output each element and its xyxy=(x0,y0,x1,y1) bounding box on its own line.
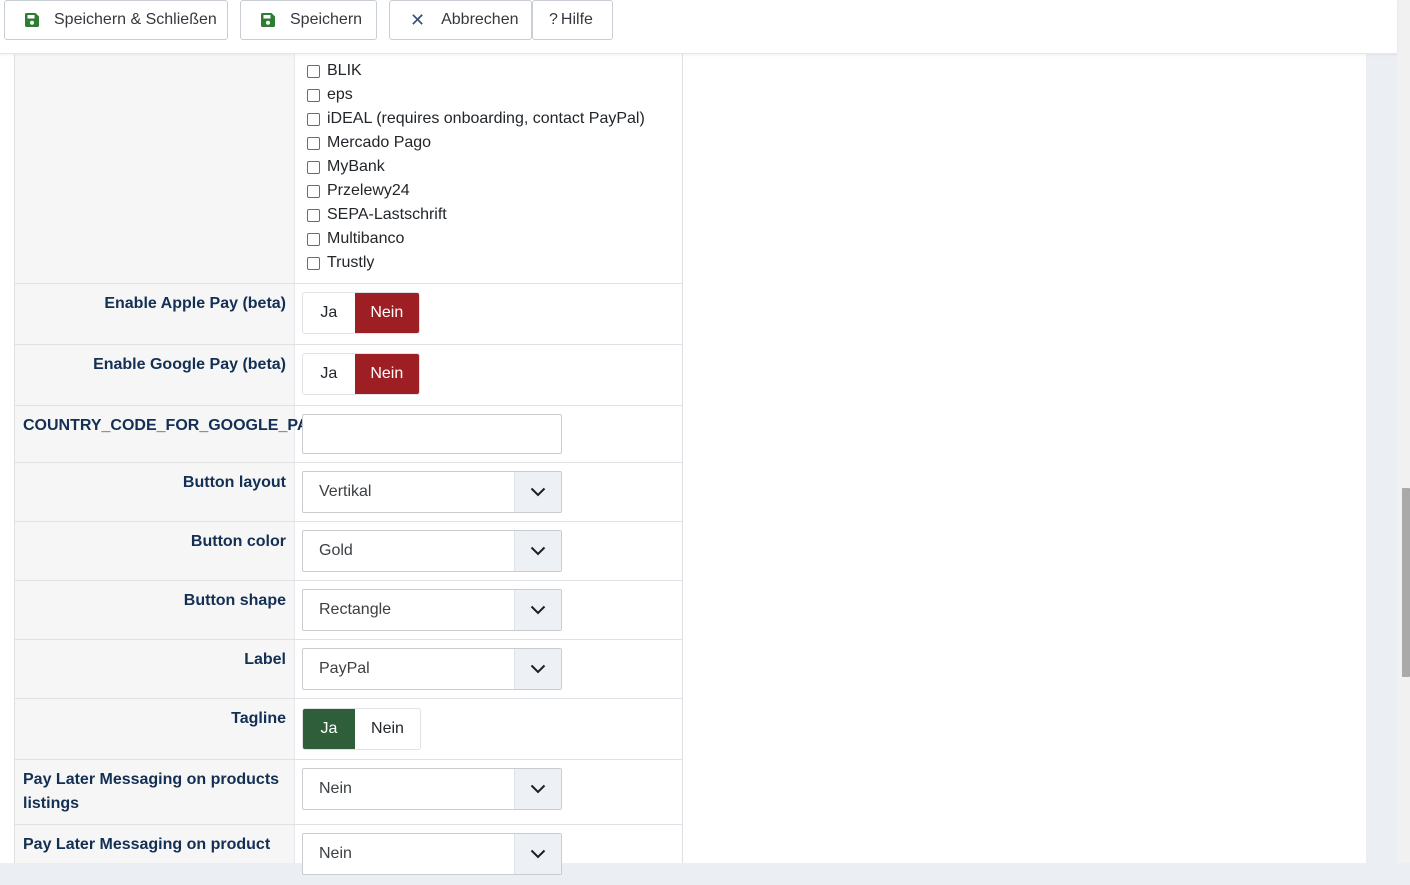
toggle-yes[interactable]: Ja xyxy=(303,354,355,394)
field-label: Enable Google Pay (beta) xyxy=(93,356,286,373)
checkbox-ideal[interactable]: iDEAL (requires onboarding, contact PayP… xyxy=(307,108,645,130)
checkbox-box[interactable] xyxy=(307,209,320,222)
field-label: Pay Later Messaging on product xyxy=(23,836,271,853)
save-and-close-button[interactable]: Speichern & Schließen xyxy=(4,0,228,40)
question-icon: ? xyxy=(549,11,558,28)
save-label: Speichern xyxy=(290,11,363,28)
checkbox-label: Multibanco xyxy=(327,230,405,247)
settings-form: BLIK eps iDEAL (requires onboarding, con… xyxy=(14,53,683,875)
button-color-select[interactable]: Gold xyxy=(302,530,562,572)
country-code-input[interactable] xyxy=(302,414,562,454)
label-select[interactable]: PayPal xyxy=(302,648,562,690)
toolbar: Speichern & Schließen Speichern ✕ Abbrec… xyxy=(0,0,1397,54)
cancel-label: Abbrechen xyxy=(441,11,519,28)
field-label: Enable Apple Pay (beta) xyxy=(104,295,286,312)
checkbox-label: Przelewy24 xyxy=(327,182,410,199)
checkbox-box[interactable] xyxy=(307,161,320,174)
select-value: Nein xyxy=(319,845,352,862)
chevron-down-icon[interactable] xyxy=(514,590,561,630)
tagline-toggle[interactable]: Ja Nein xyxy=(302,708,421,750)
field-label-line: Pay Later Messaging on products xyxy=(23,771,280,788)
help-button[interactable]: ? Hilfe xyxy=(532,0,613,40)
select-value: Nein xyxy=(319,780,352,797)
field-label: Label xyxy=(244,651,286,668)
close-icon: ✕ xyxy=(410,10,426,30)
checkbox-box[interactable] xyxy=(307,185,320,198)
save-button[interactable]: Speichern xyxy=(240,0,377,40)
checkbox-mybank[interactable]: MyBank xyxy=(307,156,385,178)
checkbox-label: eps xyxy=(327,86,353,103)
toggle-yes[interactable]: Ja xyxy=(303,709,355,749)
checkbox-label: iDEAL (requires onboarding, contact PayP… xyxy=(327,110,645,127)
chevron-down-icon[interactable] xyxy=(514,531,561,571)
button-shape-row: Button shape Rectangle xyxy=(15,581,682,640)
select-value: Gold xyxy=(319,542,353,559)
select-value: PayPal xyxy=(319,660,370,677)
pay-later-product-select[interactable]: Nein xyxy=(302,833,562,875)
field-label: Button color xyxy=(190,533,286,550)
checkbox-box[interactable] xyxy=(307,89,320,102)
button-layout-select[interactable]: Vertikal xyxy=(302,471,562,513)
checkbox-box[interactable] xyxy=(307,65,320,78)
toggle-no[interactable]: Nein xyxy=(354,354,419,394)
button-color-row: Button color Gold xyxy=(15,522,682,581)
tagline-row: Tagline Ja Nein xyxy=(15,699,682,760)
pay-later-product-row: Pay Later Messaging on product Nein xyxy=(15,825,682,885)
floppy-disk-icon xyxy=(24,12,40,28)
checkbox-box[interactable] xyxy=(307,257,320,270)
checkbox-box[interactable] xyxy=(307,137,320,150)
checkbox-box[interactable] xyxy=(307,113,320,126)
checkbox-multibanco[interactable]: Multibanco xyxy=(307,228,404,250)
checkbox-trustly[interactable]: Trustly xyxy=(307,252,374,274)
checkbox-box[interactable] xyxy=(307,233,320,246)
checkbox-label: Mercado Pago xyxy=(327,134,432,151)
pay-later-listings-row: Pay Later Messaging on products listings… xyxy=(15,760,682,825)
field-label: Button layout xyxy=(182,474,286,491)
help-label: Hilfe xyxy=(560,11,593,28)
field-label: Button shape xyxy=(183,592,286,609)
checkbox-label: Trustly xyxy=(327,254,375,271)
checkbox-mercado-pago[interactable]: Mercado Pago xyxy=(307,132,431,154)
scrollbar-thumb[interactable] xyxy=(1402,488,1410,677)
apple-pay-toggle[interactable]: Ja Nein xyxy=(302,292,420,334)
google-pay-row: Enable Google Pay (beta) Ja Nein xyxy=(15,345,682,406)
checkbox-eps[interactable]: eps xyxy=(307,84,353,106)
apple-pay-row: Enable Apple Pay (beta) Ja Nein xyxy=(15,284,682,345)
button-layout-row: Button layout Vertikal xyxy=(15,463,682,522)
checkbox-sepa[interactable]: SEPA-Lastschrift xyxy=(307,204,447,226)
field-label: COUNTRY_CODE_FOR_GOOGLE_PAY xyxy=(23,417,318,434)
scrollbar-track[interactable] xyxy=(1397,0,1410,863)
field-label: Pay Later Messaging on products listings xyxy=(23,768,286,816)
checkbox-label: BLIK xyxy=(327,62,362,79)
field-label-line: listings xyxy=(23,795,80,812)
checkbox-label: MyBank xyxy=(327,158,385,175)
floppy-disk-icon xyxy=(260,12,276,28)
field-label: Tagline xyxy=(231,710,286,727)
chevron-down-icon[interactable] xyxy=(514,649,561,689)
toggle-no[interactable]: Nein xyxy=(355,709,420,749)
payment-methods-row: BLIK eps iDEAL (requires onboarding, con… xyxy=(15,53,682,284)
label-row: Label PayPal xyxy=(15,640,682,699)
google-pay-toggle[interactable]: Ja Nein xyxy=(302,353,420,395)
select-value: Vertikal xyxy=(319,483,372,500)
checkbox-blik[interactable]: BLIK xyxy=(307,60,362,82)
checkbox-przelewy24[interactable]: Przelewy24 xyxy=(307,180,410,202)
chevron-down-icon[interactable] xyxy=(514,769,561,809)
save-and-close-label: Speichern & Schließen xyxy=(54,11,217,28)
pay-later-listings-select[interactable]: Nein xyxy=(302,768,562,810)
button-shape-select[interactable]: Rectangle xyxy=(302,589,562,631)
country-code-row: COUNTRY_CODE_FOR_GOOGLE_PAY xyxy=(15,406,682,463)
toggle-no[interactable]: Nein xyxy=(354,293,419,333)
checkbox-label: SEPA-Lastschrift xyxy=(327,206,447,223)
chevron-down-icon[interactable] xyxy=(514,472,561,512)
chevron-down-icon[interactable] xyxy=(514,834,561,874)
cancel-button[interactable]: ✕ Abbrechen xyxy=(389,0,532,40)
select-value: Rectangle xyxy=(319,601,392,618)
toggle-yes[interactable]: Ja xyxy=(303,293,355,333)
